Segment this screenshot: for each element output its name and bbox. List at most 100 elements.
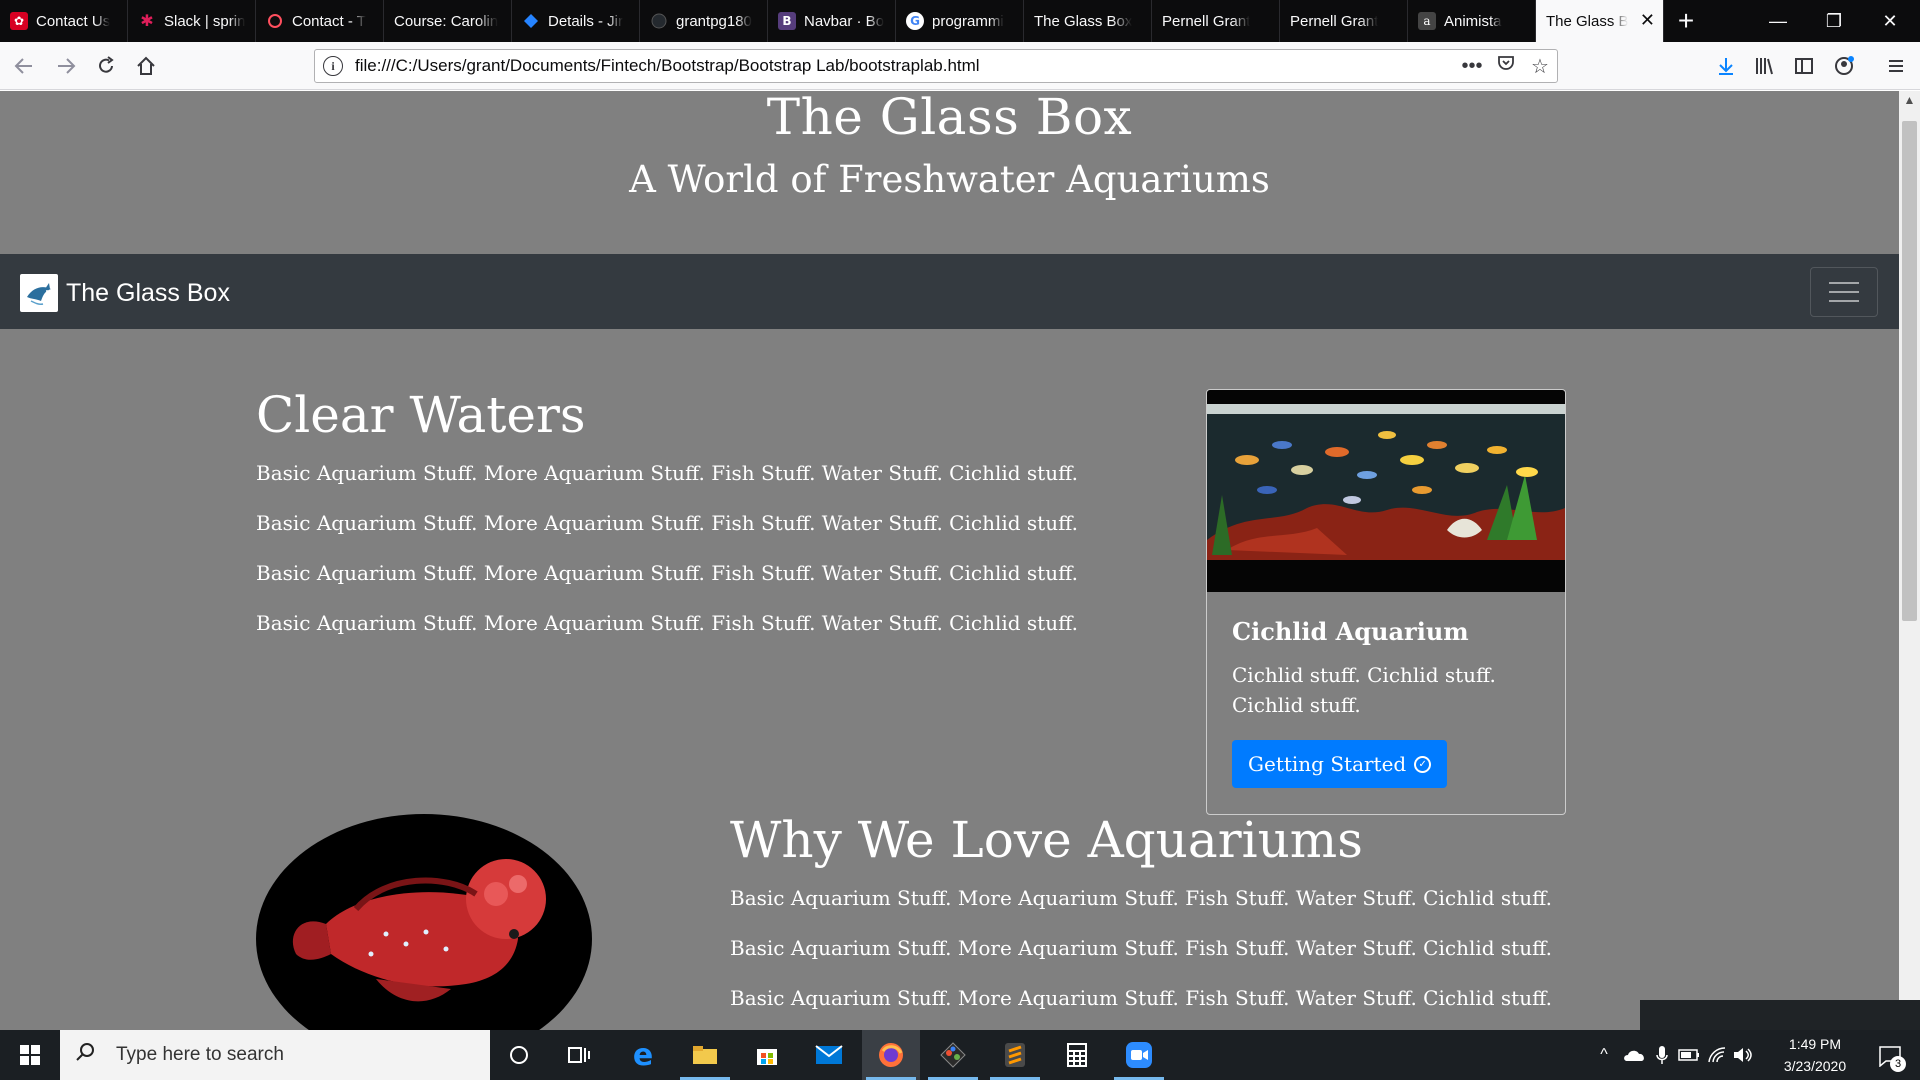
tab-contact-t[interactable]: Contact - T <box>256 0 384 42</box>
navbar-brand-label: The Glass Box <box>66 278 230 307</box>
hamburger-line <box>1829 300 1859 302</box>
google-icon: G <box>906 12 924 30</box>
restore-icon[interactable]: ❐ <box>1806 0 1862 42</box>
windows-start-icon[interactable] <box>0 1030 60 1080</box>
navbar-toggler-button[interactable] <box>1810 267 1878 317</box>
getting-started-label: Getting Started <box>1248 752 1407 776</box>
git-icon[interactable] <box>924 1030 982 1080</box>
tab-glass-box-1[interactable]: The Glass Box <box>1024 0 1152 42</box>
notification-panel-edge <box>1640 1000 1920 1030</box>
pocket-icon[interactable] <box>1489 53 1523 79</box>
windows-taskbar: Type here to search e ^ 1:49 PM 3/23/202… <box>0 1030 1920 1080</box>
check-circle-icon: ✓ <box>1414 755 1432 773</box>
section-clear-waters-paragraph: Basic Aquarium Stuff. More Aquarium Stuf… <box>256 561 1078 585</box>
tab-jira[interactable]: Details - Jir <box>512 0 640 42</box>
red-seal-icon: ✿ <box>10 12 28 30</box>
page-scrollbar[interactable]: ▲ <box>1899 91 1920 1030</box>
tab-bootstrap[interactable]: B Navbar · Bo <box>768 0 896 42</box>
home-icon[interactable] <box>130 50 162 82</box>
download-icon[interactable] <box>1710 50 1742 82</box>
tab-course[interactable]: Course: Carolin <box>384 0 512 42</box>
calculator-icon[interactable] <box>1048 1030 1106 1080</box>
action-center-icon[interactable]: 3 <box>1872 1040 1908 1072</box>
hamburger-line <box>1829 291 1859 293</box>
edge-icon[interactable]: e <box>614 1030 672 1080</box>
more-actions-icon[interactable]: ••• <box>1455 55 1489 78</box>
tab-pernell-1[interactable]: Pernell Grant <box>1152 0 1280 42</box>
notification-count: 3 <box>1890 1056 1906 1072</box>
zoom-icon[interactable] <box>1110 1030 1168 1080</box>
info-icon[interactable]: i <box>323 56 343 76</box>
scrollbar-thumb[interactable] <box>1902 121 1917 621</box>
bootstrap-icon: B <box>778 12 796 30</box>
navbar-brand[interactable]: The Glass Box <box>20 274 230 312</box>
battery-icon[interactable] <box>1676 1030 1702 1080</box>
clock-date: 3/23/2020 <box>1783 1058 1847 1074</box>
tab-contact-us[interactable]: ✿ Contact Us <box>0 0 128 42</box>
flowerhorn-fish-image <box>256 814 593 1030</box>
card-text: Cichlid stuff. Cichlid stuff. Cichlid st… <box>1232 663 1496 717</box>
microphone-icon[interactable] <box>1650 1030 1674 1080</box>
getting-started-button[interactable]: Getting Started ✓ <box>1232 740 1448 788</box>
bookmark-star-icon[interactable]: ☆ <box>1523 54 1557 79</box>
section-why-love-title: Why We Love Aquariums <box>730 811 1363 869</box>
aquarium-image <box>1207 390 1565 592</box>
search-placeholder: Type here to search <box>116 1044 284 1065</box>
tab-github[interactable]: grantpg180 <box>640 0 768 42</box>
clock-time: 1:49 PM <box>1788 1036 1842 1052</box>
search-icon <box>74 1041 102 1069</box>
task-view-icon[interactable] <box>550 1030 608 1080</box>
site-subtitle: A World of Freshwater Aquariums <box>629 158 1270 201</box>
section-why-love-paragraph: Basic Aquarium Stuff. More Aquarium Stuf… <box>730 936 1552 960</box>
url-bar[interactable]: i file:///C:/Users/grant/Documents/Finte… <box>314 49 1558 83</box>
minimize-icon[interactable]: — <box>1750 0 1806 42</box>
taskbar-search-box[interactable]: Type here to search <box>60 1030 490 1080</box>
taskbar-clock[interactable]: 1:49 PM 3/23/2020 <box>1760 1030 1870 1080</box>
section-clear-waters-paragraph: Basic Aquarium Stuff. More Aquarium Stuf… <box>256 511 1078 535</box>
mail-icon[interactable] <box>800 1030 858 1080</box>
cortana-icon[interactable] <box>490 1030 548 1080</box>
page-viewport: The Glass Box A World of Freshwater Aqua… <box>0 91 1899 1030</box>
section-clear-waters-title: Clear Waters <box>256 386 586 444</box>
back-arrow-icon[interactable] <box>8 50 40 82</box>
browser-toolbar: i file:///C:/Users/grant/Documents/Finte… <box>0 42 1920 90</box>
tab-strip: ✿ Contact Us ✱ Slack | sprin Contact - T… <box>0 0 1920 42</box>
section-clear-waters-paragraph: Basic Aquarium Stuff. More Aquarium Stuf… <box>256 611 1078 635</box>
animista-icon: a <box>1418 12 1436 30</box>
volume-icon[interactable] <box>1730 1030 1756 1080</box>
scroll-up-icon[interactable]: ▲ <box>1899 93 1920 111</box>
new-tab-icon[interactable]: + <box>1664 0 1708 42</box>
ring-icon <box>266 12 284 30</box>
tab-google[interactable]: G programmi <box>896 0 1024 42</box>
tab-animista[interactable]: a Animista <box>1408 0 1536 42</box>
store-icon[interactable] <box>738 1030 796 1080</box>
section-why-love-paragraph: Basic Aquarium Stuff. More Aquarium Stuf… <box>730 986 1552 1010</box>
library-icon[interactable] <box>1748 50 1780 82</box>
tab-glass-box-active[interactable]: The Glass Bo ✕ <box>1536 0 1664 42</box>
menu-icon[interactable] <box>1880 50 1912 82</box>
jira-icon <box>522 12 540 30</box>
onedrive-icon[interactable] <box>1620 1030 1648 1080</box>
card-title: Cichlid Aquarium <box>1232 617 1469 646</box>
sidebar-icon[interactable] <box>1788 50 1820 82</box>
file-explorer-icon[interactable] <box>676 1030 734 1080</box>
hamburger-line <box>1829 282 1859 284</box>
section-clear-waters-paragraph: Basic Aquarium Stuff. More Aquarium Stuf… <box>256 461 1078 485</box>
url-text[interactable]: file:///C:/Users/grant/Documents/Fintech… <box>355 56 1455 76</box>
wifi-icon[interactable] <box>1704 1030 1730 1080</box>
tab-slack[interactable]: ✱ Slack | sprin <box>128 0 256 42</box>
slack-icon: ✱ <box>140 13 154 30</box>
fish-logo-icon <box>20 274 58 312</box>
site-title: The Glass Box <box>766 91 1133 146</box>
close-tab-icon[interactable]: ✕ <box>1640 11 1655 29</box>
jumbotron: The Glass Box A World of Freshwater Aqua… <box>0 91 1899 254</box>
firefox-icon[interactable] <box>862 1030 920 1080</box>
tab-pernell-2[interactable]: Pernell Grant <box>1280 0 1408 42</box>
cichlid-card: Cichlid Aquarium Cichlid stuff. Cichlid … <box>1206 389 1566 815</box>
window-close-icon[interactable]: ✕ <box>1862 0 1918 42</box>
reload-icon[interactable] <box>90 50 122 82</box>
sublime-icon[interactable] <box>986 1030 1044 1080</box>
show-hidden-icons-icon[interactable]: ^ <box>1592 1030 1616 1080</box>
account-icon[interactable] <box>1828 50 1860 82</box>
forward-arrow-icon[interactable] <box>50 50 82 82</box>
